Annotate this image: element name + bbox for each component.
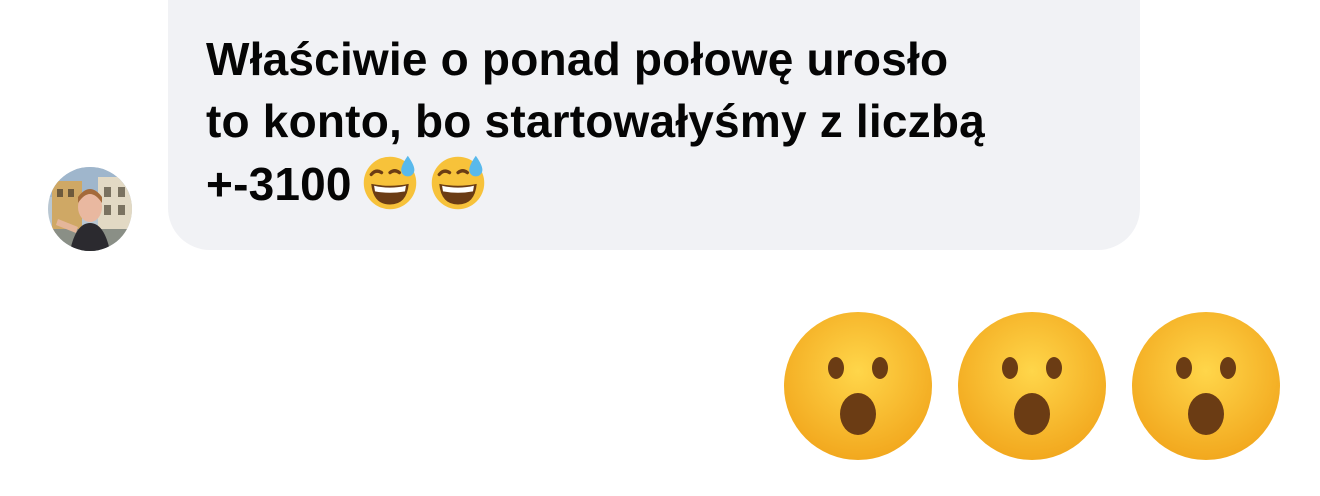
message-line: Właściwie o ponad połowę urosło (206, 33, 949, 85)
message-line: +-3100 (206, 152, 1110, 215)
outgoing-emoji-message[interactable] (782, 310, 1282, 464)
avatar[interactable] (48, 167, 132, 251)
open-mouth-emoji (784, 312, 932, 460)
incoming-message-bubble[interactable]: Właściwie o ponad połowę urosło to konto… (168, 0, 1140, 250)
open-mouth-emoji (958, 312, 1106, 460)
grinning-sweat-emoji (363, 155, 416, 210)
grinning-sweat-emoji (431, 155, 484, 210)
message-text: Właściwie o ponad połowę urosło to konto… (206, 28, 1110, 215)
open-mouth-emoji (1132, 312, 1280, 460)
message-line-text: +-3100 (206, 158, 352, 210)
message-line: to konto, bo startowałyśmy z liczbą (206, 95, 985, 147)
